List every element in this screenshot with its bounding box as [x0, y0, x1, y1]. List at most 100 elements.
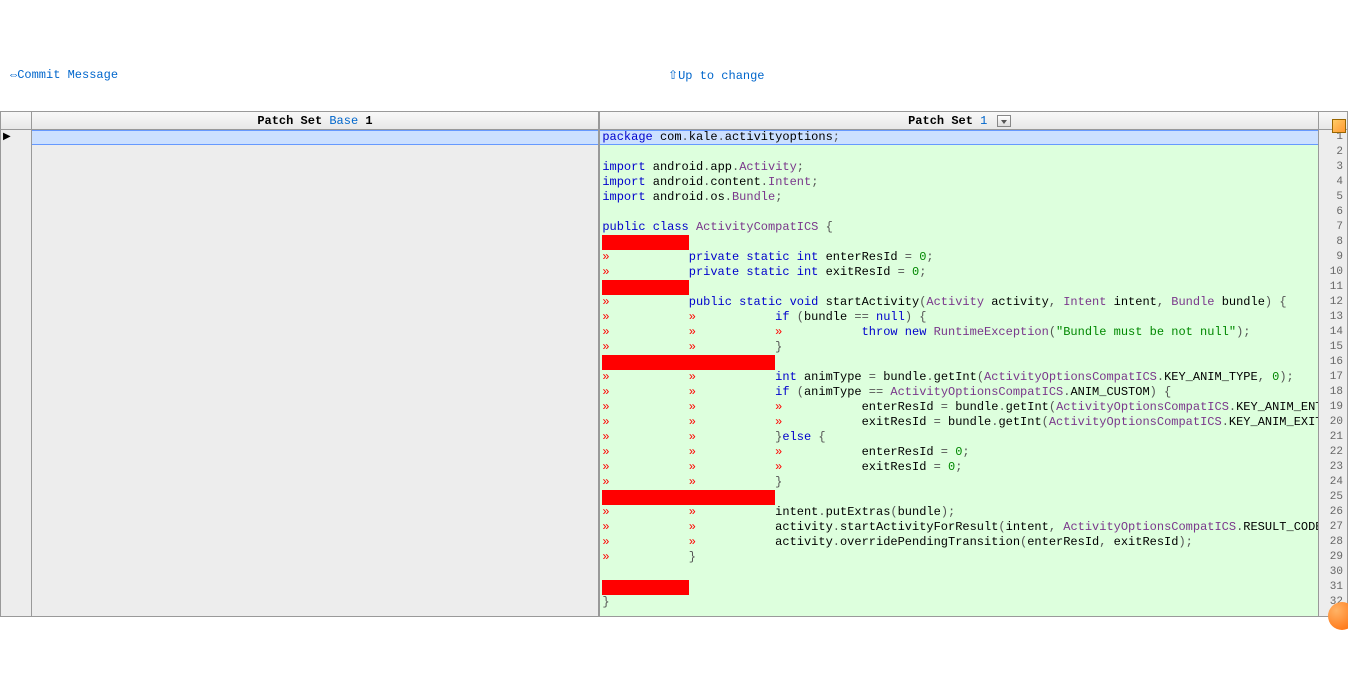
- whitespace-error: »: [689, 355, 775, 370]
- line-number[interactable]: 30: [1319, 565, 1347, 580]
- tab-marker: »: [602, 400, 688, 414]
- tab-marker: »: [689, 370, 775, 384]
- line-number[interactable]: 7: [1319, 220, 1347, 235]
- corner-settings-icon[interactable]: [1332, 119, 1346, 133]
- line-number[interactable]: 5: [1319, 190, 1347, 205]
- tab-marker: »: [602, 385, 688, 399]
- right-code-body[interactable]: package com.kale.activityoptions; import …: [600, 130, 1318, 616]
- top-nav-links: ⇔Commit Message ⇧Up to change: [0, 62, 1348, 89]
- code-line[interactable]: » » » enterResId = 0;: [600, 445, 1318, 460]
- line-number[interactable]: 4: [1319, 175, 1347, 190]
- code-line[interactable]: »: [600, 580, 1318, 595]
- left-header: Patch Set Base 1: [32, 112, 599, 130]
- commit-message-link[interactable]: ⇔Commit Message: [10, 68, 118, 83]
- line-number[interactable]: 6: [1319, 205, 1347, 220]
- code-line[interactable]: package com.kale.activityoptions;: [600, 130, 1318, 145]
- code-line[interactable]: import android.os.Bundle;: [600, 190, 1318, 205]
- line-number[interactable]: 21: [1319, 430, 1347, 445]
- line-number[interactable]: 8: [1319, 235, 1347, 250]
- tab-marker: »: [602, 430, 688, 444]
- line-number[interactable]: 25: [1319, 490, 1347, 505]
- tab-marker: »: [689, 505, 775, 519]
- tab-marker: »: [602, 295, 688, 309]
- left-header-suffix: 1: [358, 114, 372, 128]
- line-number[interactable]: 13: [1319, 310, 1347, 325]
- code-line[interactable]: » private static int enterResId = 0;: [600, 250, 1318, 265]
- code-line[interactable]: » » if (animType == ActivityOptionsCompa…: [600, 385, 1318, 400]
- tab-marker: »: [602, 550, 688, 564]
- line-number[interactable]: 12: [1319, 295, 1347, 310]
- line-number[interactable]: 23: [1319, 460, 1347, 475]
- line-number[interactable]: 9: [1319, 250, 1347, 265]
- line-number[interactable]: 20: [1319, 415, 1347, 430]
- code-line[interactable]: [600, 145, 1318, 160]
- right-header: Patch Set 1: [600, 112, 1318, 130]
- line-number[interactable]: 2: [1319, 145, 1347, 160]
- code-line[interactable]: » » » enterResId = bundle.getInt(Activit…: [600, 400, 1318, 415]
- left-gutter: ▶: [0, 112, 31, 617]
- line-number[interactable]: 17: [1319, 370, 1347, 385]
- line-number[interactable]: 29: [1319, 550, 1347, 565]
- patchset-link[interactable]: 1: [980, 114, 987, 128]
- code-line[interactable]: » » }: [600, 475, 1318, 490]
- code-line[interactable]: }: [600, 595, 1318, 610]
- line-number[interactable]: 11: [1319, 280, 1347, 295]
- feedback-button[interactable]: [1328, 602, 1348, 630]
- tab-marker: »: [602, 535, 688, 549]
- code-line[interactable]: »: [600, 235, 1318, 250]
- code-line[interactable]: » private static int exitResId = 0;: [600, 265, 1318, 280]
- code-line[interactable]: » » » exitResId = 0;: [600, 460, 1318, 475]
- right-pane: Patch Set 1 package com.kale.activityopt…: [599, 112, 1319, 617]
- tab-marker: »: [775, 325, 861, 339]
- code-line[interactable]: import android.app.Activity;: [600, 160, 1318, 175]
- line-number[interactable]: 15: [1319, 340, 1347, 355]
- patchset-dropdown-icon[interactable]: [997, 115, 1011, 127]
- code-line[interactable]: [600, 205, 1318, 220]
- tab-marker: »: [602, 370, 688, 384]
- code-line[interactable]: » public static void startActivity(Activ…: [600, 295, 1318, 310]
- tab-marker: »: [775, 400, 861, 414]
- code-line[interactable]: »: [600, 280, 1318, 295]
- line-number[interactable]: 28: [1319, 535, 1347, 550]
- tab-marker: »: [602, 265, 688, 279]
- line-number[interactable]: 10: [1319, 265, 1347, 280]
- code-line[interactable]: » »: [600, 490, 1318, 505]
- line-number[interactable]: 18: [1319, 385, 1347, 400]
- code-line[interactable]: » » » exitResId = bundle.getInt(Activity…: [600, 415, 1318, 430]
- code-line[interactable]: » » » throw new RuntimeException("Bundle…: [600, 325, 1318, 340]
- tab-marker: »: [775, 460, 861, 474]
- tab-marker: »: [602, 475, 688, 489]
- line-number[interactable]: 16: [1319, 355, 1347, 370]
- tab-marker: »: [602, 505, 688, 519]
- whitespace-error: »: [602, 280, 688, 295]
- whitespace-error: »: [602, 580, 688, 595]
- line-number[interactable]: 3: [1319, 160, 1347, 175]
- base-link[interactable]: Base: [329, 114, 358, 128]
- whitespace-error: »: [602, 355, 688, 370]
- left-selected-line: [32, 130, 599, 145]
- code-line[interactable]: » » activity.overridePendingTransition(e…: [600, 535, 1318, 550]
- code-line[interactable]: » » }: [600, 340, 1318, 355]
- tab-marker: »: [689, 475, 775, 489]
- code-line[interactable]: » » intent.putExtras(bundle);: [600, 505, 1318, 520]
- left-code-body: [32, 130, 599, 616]
- line-number[interactable]: 24: [1319, 475, 1347, 490]
- code-line[interactable]: [600, 565, 1318, 580]
- code-line[interactable]: » »: [600, 355, 1318, 370]
- code-line[interactable]: » » }else {: [600, 430, 1318, 445]
- code-line[interactable]: import android.content.Intent;: [600, 175, 1318, 190]
- line-number[interactable]: 27: [1319, 520, 1347, 535]
- line-number[interactable]: 22: [1319, 445, 1347, 460]
- code-line[interactable]: » » int animType = bundle.getInt(Activit…: [600, 370, 1318, 385]
- line-number[interactable]: 19: [1319, 400, 1347, 415]
- tab-marker: »: [602, 520, 688, 534]
- code-line[interactable]: public class ActivityCompatICS {: [600, 220, 1318, 235]
- line-number[interactable]: 14: [1319, 325, 1347, 340]
- code-line[interactable]: » » activity.startActivityForResult(inte…: [600, 520, 1318, 535]
- line-number[interactable]: 26: [1319, 505, 1347, 520]
- tab-marker: »: [689, 430, 775, 444]
- code-line[interactable]: » }: [600, 550, 1318, 565]
- up-to-change-link[interactable]: ⇧Up to change: [668, 68, 764, 83]
- line-number[interactable]: 31: [1319, 580, 1347, 595]
- code-line[interactable]: » » if (bundle == null) {: [600, 310, 1318, 325]
